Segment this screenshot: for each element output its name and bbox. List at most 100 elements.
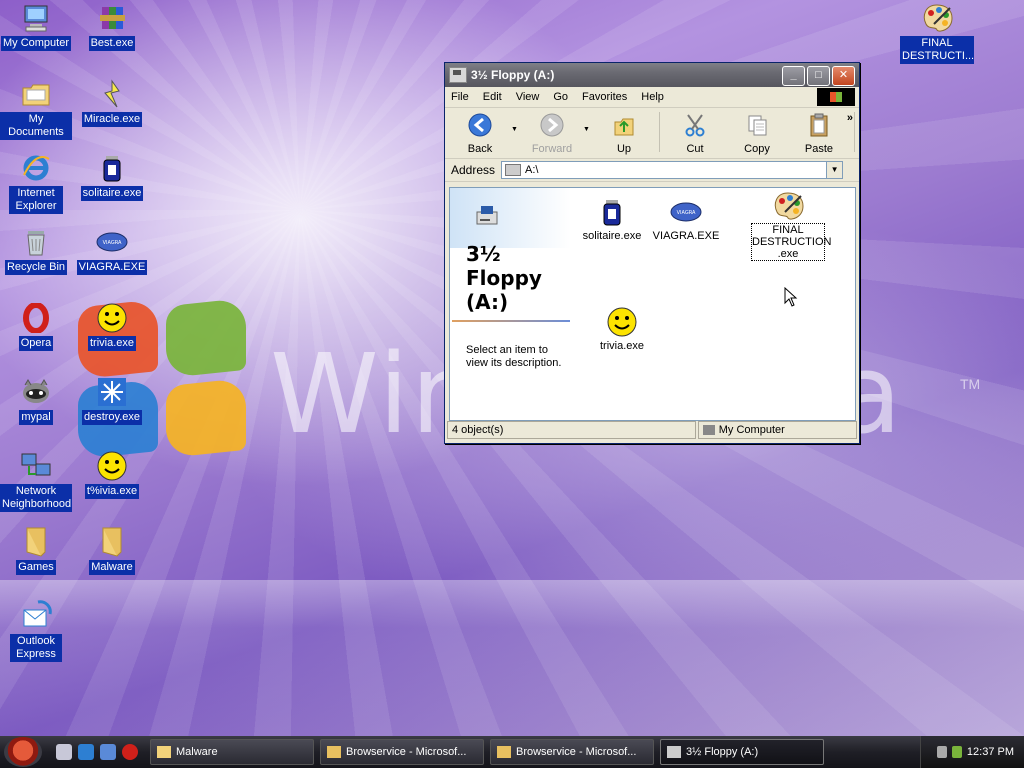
floppy-drive-icon <box>476 206 498 225</box>
address-bar: Address A:\ ▼ <box>445 159 859 182</box>
pane-description: Select an item to view its description. <box>466 344 562 369</box>
pill-icon: VIAGRA <box>669 196 703 228</box>
menu-favorites[interactable]: Favorites <box>582 91 627 103</box>
desktop-icon-opera[interactable]: Opera <box>0 302 72 351</box>
mouse-cursor-icon <box>784 287 798 307</box>
copy-label: Copy <box>744 143 770 155</box>
menu-help[interactable]: Help <box>641 91 664 103</box>
menu-bar: File Edit View Go Favorites Help <box>445 87 859 108</box>
close-button[interactable]: ✕ <box>832 66 855 86</box>
up-label: Up <box>616 143 632 155</box>
menu-go[interactable]: Go <box>553 91 568 103</box>
task-malware[interactable]: Malware <box>150 739 314 765</box>
jar-icon <box>595 196 629 228</box>
desktop-icon-best-exe[interactable]: Best.exe <box>76 2 148 51</box>
desktop-icon-final-destruction[interactable]: FINAL DESTRUCTI... <box>900 2 974 64</box>
desktop-icon-network-neighborhood[interactable]: Network Neighborhood <box>0 450 72 512</box>
desktop-icon-solitaire-exe[interactable]: solitaire.exe <box>76 152 148 201</box>
file-item-trivia[interactable]: trivia.exe <box>582 306 662 352</box>
start-button[interactable] <box>4 737 42 767</box>
outlook-icon[interactable] <box>100 744 116 760</box>
back-dropdown-icon[interactable]: ▼ <box>511 112 521 133</box>
svg-text:VIAGRA: VIAGRA <box>103 240 122 246</box>
ie-icon[interactable] <box>78 744 94 760</box>
toolbar: Back ▼ Forward ▼ Up Cut Copy Paste » <box>445 108 859 159</box>
desktop-icon-miracle-exe[interactable]: Miracle.exe <box>76 78 148 127</box>
cut-button[interactable]: Cut <box>664 112 726 155</box>
floppy-drive-icon <box>505 164 522 176</box>
wallpaper-tm: TM <box>960 376 981 392</box>
task-floppy[interactable]: 3½ Floppy (A:) <box>660 739 824 765</box>
volume-icon[interactable] <box>936 746 947 758</box>
desktop-icon-my-documents[interactable]: My Documents <box>0 78 72 140</box>
toolbar-overflow-icon[interactable]: » <box>847 112 853 124</box>
task-browservice-1[interactable]: Browservice - Microsof... <box>320 739 484 765</box>
outlook-icon <box>19 600 53 632</box>
pane-title: 3½ Floppy (A:) <box>466 242 542 314</box>
smiley-icon <box>95 302 129 334</box>
miracle-icon <box>95 78 129 110</box>
up-folder-icon <box>614 118 634 136</box>
scissors-icon <box>685 114 705 137</box>
floppy-drive-icon <box>449 67 467 83</box>
address-dropdown-icon[interactable]: ▼ <box>826 162 843 178</box>
desktop-icon-outlook-express[interactable]: Outlook Express <box>0 600 72 662</box>
folder-icon <box>19 526 53 558</box>
menu-view[interactable]: View <box>516 91 540 103</box>
desktop-icon-internet-explorer[interactable]: Internet Explorer <box>0 152 72 214</box>
desktop-icon-viagra-exe[interactable]: VIAGRA VIAGRA.EXE <box>76 226 148 275</box>
jar-icon <box>95 152 129 184</box>
back-button[interactable]: Back <box>449 112 511 155</box>
smiley-icon <box>605 306 639 338</box>
pill-icon: VIAGRA <box>95 226 129 258</box>
menu-edit[interactable]: Edit <box>483 91 502 103</box>
clock[interactable]: 12:37 PM <box>967 746 1014 758</box>
task-browservice-2[interactable]: Browservice - Microsof... <box>490 739 654 765</box>
forward-arrow-icon <box>540 113 564 137</box>
desktop-icon-games[interactable]: Games <box>0 526 72 575</box>
file-item-final-destruction[interactable]: FINAL DESTRUCTION .exe <box>746 190 831 261</box>
status-object-count: 4 object(s) <box>447 421 696 439</box>
minimize-button[interactable]: _ <box>782 66 805 86</box>
folder-icon <box>157 746 171 758</box>
forward-button[interactable]: Forward <box>521 112 583 155</box>
desktop-icon-mypal[interactable]: mypal <box>0 376 72 425</box>
winrar-icon <box>95 2 129 34</box>
back-label: Back <box>467 143 493 155</box>
address-label: Address <box>451 163 496 177</box>
status-bar: 4 object(s) My Computer <box>447 421 857 439</box>
up-button[interactable]: Up <box>593 112 655 155</box>
window-title-bar[interactable]: 3½ Floppy (A:) _ □ ✕ <box>445 63 859 87</box>
opera-icon[interactable] <box>122 744 138 760</box>
menu-file[interactable]: File <box>451 91 469 103</box>
paste-icon <box>810 113 828 137</box>
floppy-drive-icon <box>667 746 681 758</box>
desktop-icon-recycle-bin[interactable]: Recycle Bin <box>0 226 72 275</box>
desktop-icon-my-computer[interactable]: My Computer <box>0 2 72 51</box>
address-value: A:\ <box>525 164 539 176</box>
ie-icon <box>19 152 53 184</box>
browser-window-icon <box>497 746 511 758</box>
show-desktop-icon[interactable] <box>56 744 72 760</box>
paste-label: Paste <box>804 143 834 155</box>
quick-launch <box>56 744 138 760</box>
paste-button[interactable]: Paste <box>788 112 850 155</box>
desktop-icon-malware[interactable]: Malware <box>76 526 148 575</box>
browser-window-icon <box>327 746 341 758</box>
desktop-icon-trivia-exe[interactable]: trivia.exe <box>76 302 148 351</box>
copy-button[interactable]: Copy <box>726 112 788 155</box>
folder-icon <box>19 78 53 110</box>
opera-icon <box>19 302 53 334</box>
window-title: 3½ Floppy (A:) <box>471 68 555 82</box>
file-item-viagra[interactable]: VIAGRA VIAGRA.EXE <box>646 196 726 242</box>
file-item-solitaire[interactable]: solitaire.exe <box>572 196 652 242</box>
address-input[interactable]: A:\ ▼ <box>501 161 844 179</box>
desktop-icon-destroy-exe[interactable]: destroy.exe <box>76 376 148 425</box>
forward-dropdown-icon[interactable]: ▼ <box>583 112 593 133</box>
maximize-button[interactable]: □ <box>807 66 830 86</box>
explorer-window: 3½ Floppy (A:) _ □ ✕ File Edit View Go F… <box>444 62 860 444</box>
desktop-icon-t-ivia-exe[interactable]: t%ivia.exe <box>76 450 148 499</box>
network-tray-icon[interactable] <box>951 746 962 758</box>
raccoon-icon <box>19 376 53 408</box>
svg-text:VIAGRA: VIAGRA <box>677 210 696 216</box>
